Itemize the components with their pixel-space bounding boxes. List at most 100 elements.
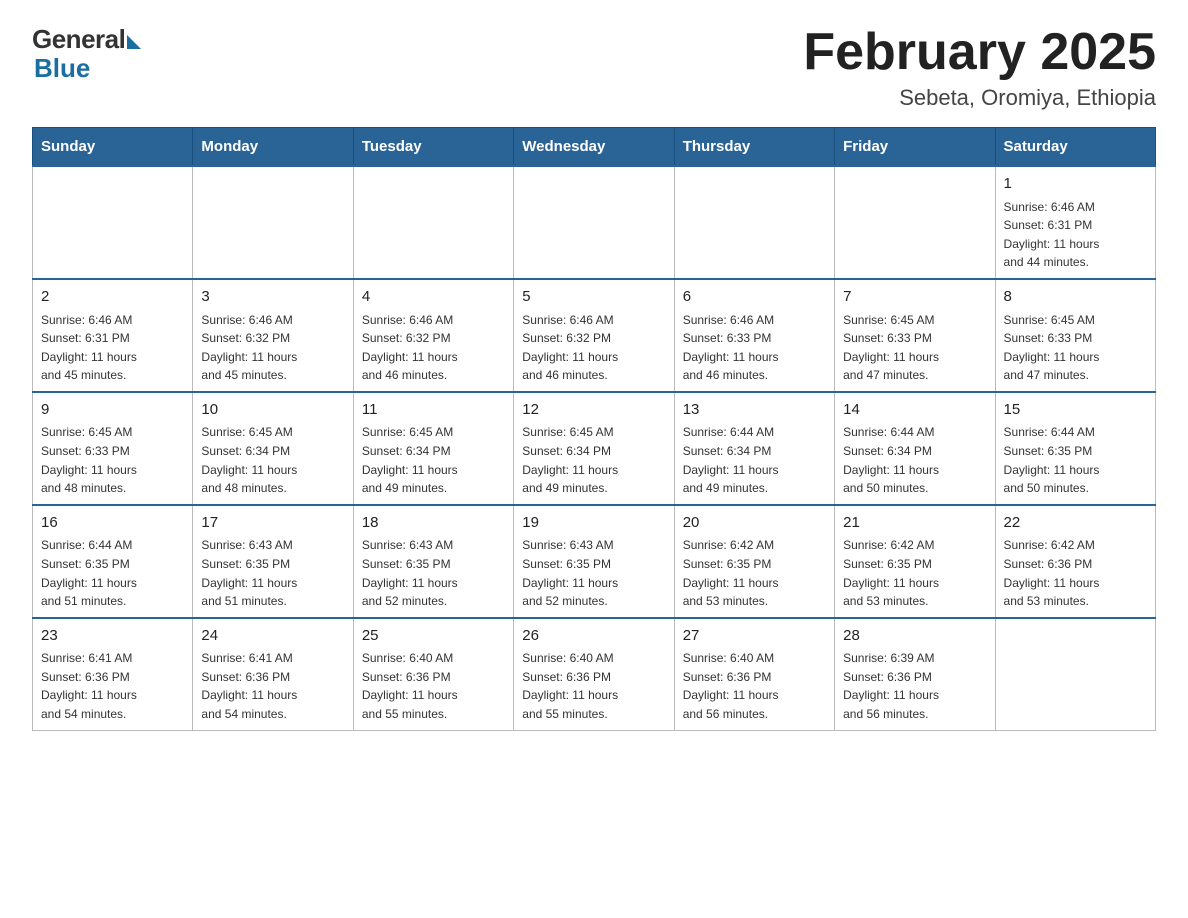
day-info: Sunrise: 6:44 AMSunset: 6:35 PMDaylight:… (1004, 423, 1147, 497)
day-number: 27 (683, 625, 826, 648)
day-header-friday: Friday (835, 128, 995, 167)
day-info: Sunrise: 6:46 AMSunset: 6:33 PMDaylight:… (683, 311, 826, 385)
day-info: Sunrise: 6:43 AMSunset: 6:35 PMDaylight:… (362, 536, 505, 610)
calendar-cell: 2Sunrise: 6:46 AMSunset: 6:31 PMDaylight… (33, 279, 193, 392)
day-info: Sunrise: 6:46 AMSunset: 6:31 PMDaylight:… (41, 311, 184, 385)
day-number: 25 (362, 625, 505, 648)
calendar-title: February 2025 (803, 24, 1156, 81)
calendar-cell: 3Sunrise: 6:46 AMSunset: 6:32 PMDaylight… (193, 279, 353, 392)
day-number: 16 (41, 512, 184, 535)
day-header-thursday: Thursday (674, 128, 834, 167)
day-number: 20 (683, 512, 826, 535)
day-info: Sunrise: 6:45 AMSunset: 6:33 PMDaylight:… (41, 423, 184, 497)
calendar-header-row: SundayMondayTuesdayWednesdayThursdayFrid… (33, 128, 1156, 167)
day-info: Sunrise: 6:41 AMSunset: 6:36 PMDaylight:… (41, 649, 184, 723)
logo-arrow-icon (127, 35, 141, 49)
calendar-cell: 16Sunrise: 6:44 AMSunset: 6:35 PMDayligh… (33, 505, 193, 618)
day-info: Sunrise: 6:45 AMSunset: 6:33 PMDaylight:… (843, 311, 986, 385)
day-number: 14 (843, 399, 986, 422)
day-info: Sunrise: 6:42 AMSunset: 6:35 PMDaylight:… (683, 536, 826, 610)
calendar-cell: 18Sunrise: 6:43 AMSunset: 6:35 PMDayligh… (353, 505, 513, 618)
calendar-cell: 12Sunrise: 6:45 AMSunset: 6:34 PMDayligh… (514, 392, 674, 505)
day-header-monday: Monday (193, 128, 353, 167)
calendar-cell: 17Sunrise: 6:43 AMSunset: 6:35 PMDayligh… (193, 505, 353, 618)
day-number: 12 (522, 399, 665, 422)
day-number: 5 (522, 286, 665, 309)
logo-general-text: General (32, 24, 125, 55)
day-header-wednesday: Wednesday (514, 128, 674, 167)
day-info: Sunrise: 6:45 AMSunset: 6:33 PMDaylight:… (1004, 311, 1147, 385)
calendar-cell: 20Sunrise: 6:42 AMSunset: 6:35 PMDayligh… (674, 505, 834, 618)
logo: General Blue (32, 24, 141, 84)
day-number: 26 (522, 625, 665, 648)
calendar-cell: 23Sunrise: 6:41 AMSunset: 6:36 PMDayligh… (33, 618, 193, 730)
calendar-cell: 7Sunrise: 6:45 AMSunset: 6:33 PMDaylight… (835, 279, 995, 392)
day-info: Sunrise: 6:44 AMSunset: 6:35 PMDaylight:… (41, 536, 184, 610)
calendar-cell: 6Sunrise: 6:46 AMSunset: 6:33 PMDaylight… (674, 279, 834, 392)
calendar-cell (674, 166, 834, 279)
day-header-tuesday: Tuesday (353, 128, 513, 167)
day-number: 9 (41, 399, 184, 422)
calendar-cell: 19Sunrise: 6:43 AMSunset: 6:35 PMDayligh… (514, 505, 674, 618)
day-number: 11 (362, 399, 505, 422)
calendar-cell (193, 166, 353, 279)
day-info: Sunrise: 6:42 AMSunset: 6:36 PMDaylight:… (1004, 536, 1147, 610)
day-info: Sunrise: 6:41 AMSunset: 6:36 PMDaylight:… (201, 649, 344, 723)
day-number: 23 (41, 625, 184, 648)
week-row-5: 23Sunrise: 6:41 AMSunset: 6:36 PMDayligh… (33, 618, 1156, 730)
calendar-cell (995, 618, 1155, 730)
day-number: 6 (683, 286, 826, 309)
calendar-cell (835, 166, 995, 279)
day-number: 21 (843, 512, 986, 535)
day-number: 10 (201, 399, 344, 422)
day-info: Sunrise: 6:46 AMSunset: 6:32 PMDaylight:… (362, 311, 505, 385)
calendar-cell: 13Sunrise: 6:44 AMSunset: 6:34 PMDayligh… (674, 392, 834, 505)
day-info: Sunrise: 6:45 AMSunset: 6:34 PMDaylight:… (201, 423, 344, 497)
day-header-saturday: Saturday (995, 128, 1155, 167)
day-info: Sunrise: 6:40 AMSunset: 6:36 PMDaylight:… (362, 649, 505, 723)
calendar-subtitle: Sebeta, Oromiya, Ethiopia (803, 85, 1156, 111)
day-number: 13 (683, 399, 826, 422)
week-row-3: 9Sunrise: 6:45 AMSunset: 6:33 PMDaylight… (33, 392, 1156, 505)
calendar-cell: 21Sunrise: 6:42 AMSunset: 6:35 PMDayligh… (835, 505, 995, 618)
day-info: Sunrise: 6:42 AMSunset: 6:35 PMDaylight:… (843, 536, 986, 610)
calendar-table: SundayMondayTuesdayWednesdayThursdayFrid… (32, 127, 1156, 730)
day-number: 18 (362, 512, 505, 535)
day-number: 7 (843, 286, 986, 309)
day-info: Sunrise: 6:40 AMSunset: 6:36 PMDaylight:… (522, 649, 665, 723)
day-number: 4 (362, 286, 505, 309)
day-number: 15 (1004, 399, 1147, 422)
calendar-cell: 22Sunrise: 6:42 AMSunset: 6:36 PMDayligh… (995, 505, 1155, 618)
calendar-cell (33, 166, 193, 279)
calendar-cell: 26Sunrise: 6:40 AMSunset: 6:36 PMDayligh… (514, 618, 674, 730)
calendar-cell (353, 166, 513, 279)
calendar-cell: 8Sunrise: 6:45 AMSunset: 6:33 PMDaylight… (995, 279, 1155, 392)
page-header: General Blue February 2025 Sebeta, Oromi… (32, 24, 1156, 111)
day-info: Sunrise: 6:45 AMSunset: 6:34 PMDaylight:… (522, 423, 665, 497)
week-row-4: 16Sunrise: 6:44 AMSunset: 6:35 PMDayligh… (33, 505, 1156, 618)
day-number: 17 (201, 512, 344, 535)
calendar-cell: 14Sunrise: 6:44 AMSunset: 6:34 PMDayligh… (835, 392, 995, 505)
day-info: Sunrise: 6:46 AMSunset: 6:32 PMDaylight:… (522, 311, 665, 385)
calendar-cell: 15Sunrise: 6:44 AMSunset: 6:35 PMDayligh… (995, 392, 1155, 505)
calendar-cell (514, 166, 674, 279)
day-number: 28 (843, 625, 986, 648)
day-info: Sunrise: 6:44 AMSunset: 6:34 PMDaylight:… (843, 423, 986, 497)
week-row-1: 1Sunrise: 6:46 AMSunset: 6:31 PMDaylight… (33, 166, 1156, 279)
week-row-2: 2Sunrise: 6:46 AMSunset: 6:31 PMDaylight… (33, 279, 1156, 392)
day-info: Sunrise: 6:46 AMSunset: 6:31 PMDaylight:… (1004, 198, 1147, 272)
title-area: February 2025 Sebeta, Oromiya, Ethiopia (803, 24, 1156, 111)
calendar-cell: 27Sunrise: 6:40 AMSunset: 6:36 PMDayligh… (674, 618, 834, 730)
calendar-cell: 25Sunrise: 6:40 AMSunset: 6:36 PMDayligh… (353, 618, 513, 730)
day-number: 19 (522, 512, 665, 535)
day-number: 22 (1004, 512, 1147, 535)
calendar-cell: 10Sunrise: 6:45 AMSunset: 6:34 PMDayligh… (193, 392, 353, 505)
day-info: Sunrise: 6:40 AMSunset: 6:36 PMDaylight:… (683, 649, 826, 723)
day-info: Sunrise: 6:43 AMSunset: 6:35 PMDaylight:… (522, 536, 665, 610)
day-info: Sunrise: 6:43 AMSunset: 6:35 PMDaylight:… (201, 536, 344, 610)
day-info: Sunrise: 6:45 AMSunset: 6:34 PMDaylight:… (362, 423, 505, 497)
day-number: 3 (201, 286, 344, 309)
day-info: Sunrise: 6:44 AMSunset: 6:34 PMDaylight:… (683, 423, 826, 497)
calendar-cell: 9Sunrise: 6:45 AMSunset: 6:33 PMDaylight… (33, 392, 193, 505)
day-number: 1 (1004, 173, 1147, 196)
